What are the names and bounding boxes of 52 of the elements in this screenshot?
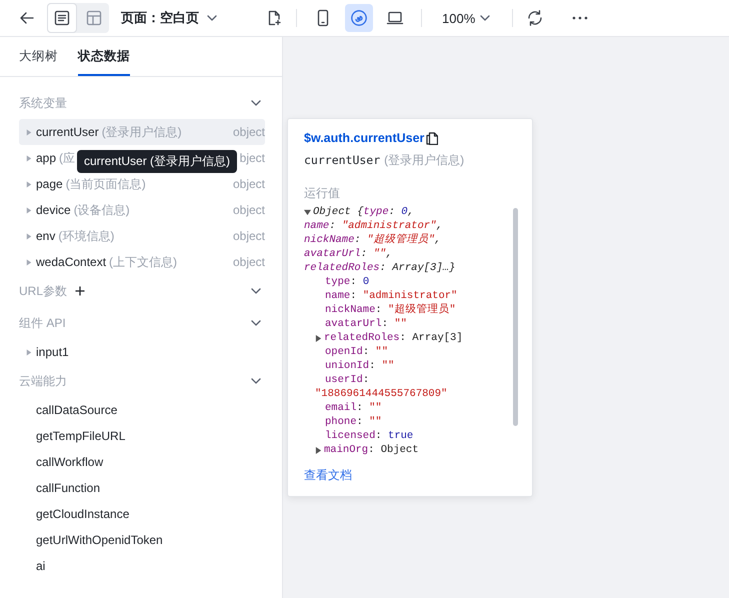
- variable-name: currentUser: [36, 125, 99, 139]
- variable-type: object: [232, 203, 265, 217]
- variable-name: getUrlWithOpenidToken: [36, 533, 163, 547]
- variable-name: wedaContext: [36, 255, 106, 269]
- code-line: openId: "": [324, 345, 390, 359]
- variable-name: callDataSource: [36, 403, 118, 417]
- variable-name: callFunction: [36, 481, 100, 495]
- code-line: avatarUrl: "",: [304, 247, 394, 261]
- variable-name: device: [36, 203, 71, 217]
- variable-description: (设备信息): [74, 202, 130, 218]
- variable-path: $w.auth.currentUser: [304, 131, 424, 145]
- code-line: phone: "": [324, 415, 383, 429]
- variable-name: currentUser: [304, 153, 380, 167]
- variable-name: env: [36, 229, 56, 243]
- variable-name: page: [36, 177, 63, 191]
- code-line: type: 0: [324, 275, 370, 289]
- code-line: avatarUrl: "": [324, 317, 408, 331]
- code-line: email: "": [324, 401, 383, 415]
- section-title: 云端能力: [19, 372, 67, 390]
- tooltip: currentUser (登录用户信息): [77, 150, 238, 173]
- variable-type: object: [232, 255, 265, 269]
- variable-type: object: [232, 177, 265, 191]
- code-line: Object {type: 0,: [313, 205, 414, 219]
- variable-description: (应: [59, 150, 76, 166]
- code-line: name: "administrator": [324, 289, 458, 303]
- variable-description: (登录用户信息): [102, 124, 182, 140]
- variable-type: object: [232, 229, 265, 243]
- code-line: name: "administrator",: [304, 219, 444, 233]
- code-line: nickName: "超级管理员": [324, 303, 457, 317]
- section-title: 组件 API: [19, 314, 66, 332]
- variable-name: getCloudInstance: [36, 507, 130, 521]
- variable-name: app: [36, 151, 56, 165]
- section-title: 系统变量: [19, 94, 67, 112]
- code-line: userId: "1886961444555767809": [314, 373, 448, 401]
- section-title: URL参数: [19, 282, 68, 300]
- variable-description: (登录用户信息): [384, 152, 464, 169]
- variable-description: (当前页面信息): [66, 176, 146, 192]
- code-line: mainOrg: Object: [324, 443, 419, 457]
- code-line: licensed: true: [324, 429, 414, 443]
- code-line: unionId: "": [324, 359, 396, 373]
- variable-type: object: [232, 125, 265, 139]
- variable-name: callWorkflow: [36, 455, 104, 469]
- code-line: relatedRoles: Array[3]…}: [304, 261, 456, 275]
- variable-name: input1: [36, 345, 69, 359]
- variable-type: bject: [240, 151, 265, 165]
- variable-name: getTempFileURL: [36, 429, 126, 443]
- variable-description: (环境信息): [58, 228, 114, 244]
- code-line: nickName: "超级管理员",: [304, 233, 442, 247]
- field-label: 运行值: [304, 185, 341, 202]
- variable-name: ai: [36, 559, 46, 573]
- variable-description: (上下文信息): [109, 254, 178, 270]
- code-line: relatedRoles: Array[3]: [324, 331, 463, 345]
